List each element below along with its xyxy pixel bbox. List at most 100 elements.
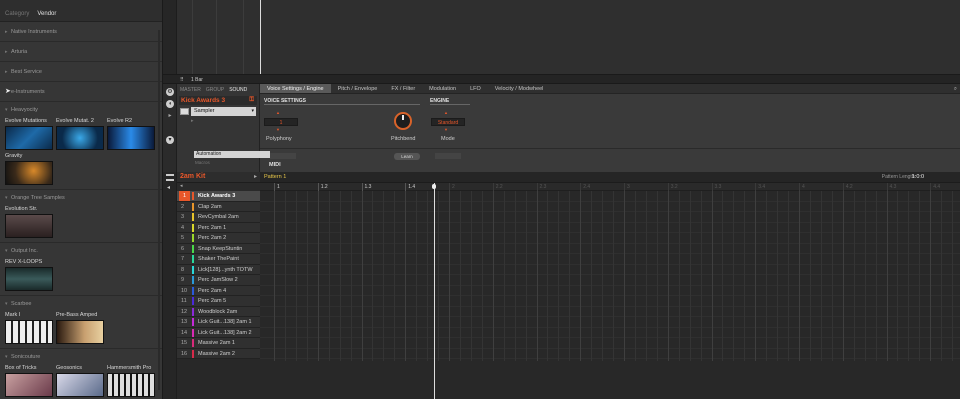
grid-row[interactable]	[260, 244, 960, 254]
product-tile[interactable]: Evolution Str.	[5, 206, 53, 238]
mode-tab-group[interactable]: GROUP	[206, 87, 224, 93]
vendor-best-service[interactable]: ▸ Best Service	[0, 62, 162, 82]
pattern-playhead[interactable]	[432, 183, 436, 399]
sound-slot[interactable]: 11 Perc 2am 5	[177, 296, 260, 307]
vendor-heading[interactable]: ▾ Orange Tree Samples	[5, 195, 162, 201]
grid-row[interactable]	[260, 296, 960, 307]
product-tile[interactable]: Box of Tricks	[5, 365, 53, 397]
chevron-right-icon[interactable]: ▸	[254, 173, 257, 180]
grid-row[interactable]	[260, 233, 960, 244]
pattern-name[interactable]: Pattern 1	[264, 174, 286, 180]
mode-tab-sound[interactable]: SOUND	[229, 87, 247, 93]
sound-slot[interactable]: 15 Massive 2am 1	[177, 338, 260, 349]
polyphony-value[interactable]: 1	[264, 118, 298, 126]
vendor-heading[interactable]: ▾ Sonicouture	[5, 354, 162, 360]
tab-category[interactable]: Category	[5, 11, 29, 17]
grid-line	[645, 191, 647, 361]
sound-slot[interactable]: 4 Perc 2am 1	[177, 222, 260, 233]
tab-fx-filter[interactable]: FX / Filter	[384, 84, 422, 93]
arrow-left-icon[interactable]: ◂	[167, 184, 170, 191]
midi-slot[interactable]	[435, 153, 461, 159]
sound-slot[interactable]: 7 Shaker ThePaint	[177, 254, 260, 265]
tab-vendor[interactable]: Vendor	[37, 11, 56, 17]
grid-row[interactable]	[260, 223, 960, 233]
browser-scrollbar[interactable]	[158, 30, 160, 390]
back-arrow-icon[interactable]: ◂	[180, 183, 183, 189]
increment-icon[interactable]: ▲	[276, 110, 280, 115]
timeline-bar-strip[interactable]: ⠿ 1 Bar	[163, 74, 960, 84]
sound-slot[interactable]: 14 Lick Guit...138] 2am 2	[177, 327, 260, 338]
product-tile[interactable]: Evolve Mutat. 2	[56, 118, 104, 150]
plugin-icon[interactable]: ◖	[166, 100, 174, 108]
vendor-heading[interactable]: ▾ Scarbee	[5, 301, 162, 307]
mode-tab-master[interactable]: MASTER	[180, 87, 201, 93]
tab-velocity-modwheel[interactable]: Velocity / Modwheel	[488, 84, 551, 93]
sound-slot[interactable]: 16 Massive 2am 2	[177, 348, 260, 359]
sound-slot[interactable]: 1 Kick Awards 3	[177, 191, 260, 202]
increment-icon[interactable]: ▲	[444, 110, 448, 115]
vendor-arturia[interactable]: ▸ Arturia	[0, 42, 162, 62]
ruler-tick: 1.4	[405, 183, 415, 191]
plugin-selector[interactable]: Sampler ▾	[191, 107, 256, 116]
vendor-e-instruments[interactable]: ➤e-Instruments	[0, 82, 162, 102]
product-tile[interactable]: Mark I	[5, 312, 53, 344]
grid-row[interactable]	[260, 191, 960, 202]
product-tile[interactable]: Evolve Mutations	[5, 118, 53, 150]
grid-row[interactable]	[260, 307, 960, 317]
gear-icon[interactable]: ⚙	[166, 88, 174, 96]
kit-header[interactable]: 2am Kit ▸	[177, 172, 260, 183]
lock-icon[interactable]: ⚿	[249, 96, 254, 105]
expand-icon[interactable]: ▸	[166, 112, 174, 120]
search-icon[interactable]: ⌕	[947, 84, 960, 93]
sound-slot[interactable]: 2 Clap 2am	[177, 201, 260, 212]
tab-voice-settings[interactable]: Voice Settings / Engine	[260, 84, 331, 93]
pattern-grid[interactable]	[260, 191, 960, 361]
grid-row[interactable]	[260, 265, 960, 275]
list-icon[interactable]	[166, 174, 174, 181]
decrement-icon[interactable]: ▼	[444, 127, 448, 132]
grid-row[interactable]	[260, 286, 960, 296]
sound-slot[interactable]: 10 Perc 2am 4	[177, 285, 260, 296]
tab-modulation[interactable]: Modulation	[422, 84, 463, 93]
pattern-ruler[interactable]: 1 1.2 1.3 1.4 2 2.2 2.3 2.4 3 3.2 3.3 3.4 4 4.2 4.3 4.4	[260, 183, 960, 191]
grid-row[interactable]	[260, 202, 960, 212]
vendor-heading[interactable]: ▾ Output Inc.	[5, 248, 162, 254]
grid-row[interactable]	[260, 338, 960, 349]
sound-slot[interactable]: 12 Woodblock 2am	[177, 306, 260, 317]
sound-slot[interactable]: 8 Lick[128]...ynth TOTW	[177, 264, 260, 275]
sound-slot[interactable]: 13 Lick Guit...138] 2am 1	[177, 317, 260, 328]
sound-slot[interactable]: 9 Perc JamSlow 2	[177, 275, 260, 286]
loop-toggle-icon[interactable]: ⠿	[180, 77, 184, 83]
pattern-length-value[interactable]: 1:0:0	[912, 174, 924, 180]
tab-lfo[interactable]: LFO	[463, 84, 488, 93]
product-tile[interactable]: Hammersmith Pro	[107, 365, 155, 397]
sound-slot[interactable]: 5 Perc 2am 2	[177, 233, 260, 244]
product-tile[interactable]: Geosonics	[56, 365, 104, 397]
grid-row[interactable]	[260, 254, 960, 265]
grid-row[interactable]	[260, 317, 960, 328]
vendor-native-instruments[interactable]: ▸ Native Instruments	[0, 22, 162, 42]
product-tile[interactable]: Gravity	[5, 153, 53, 185]
sound-slot[interactable]: 6 Snap KeepStuntin	[177, 243, 260, 254]
grid-row[interactable]	[260, 349, 960, 359]
midi-slot[interactable]	[270, 153, 296, 159]
pitchbend-knob[interactable]	[394, 112, 412, 130]
arranger-playhead[interactable]	[260, 0, 261, 74]
grid-row[interactable]	[260, 212, 960, 223]
product-tile[interactable]: REV X-LOOPS	[5, 259, 53, 291]
decrement-icon[interactable]: ▼	[276, 127, 280, 132]
grid-row[interactable]	[260, 328, 960, 338]
chevron-down-icon[interactable]: ▾	[166, 136, 174, 144]
plugin-add-arrow-icon[interactable]: ▸	[191, 118, 194, 124]
product-tile[interactable]: Evolve R2	[107, 118, 155, 150]
tab-pitch-envelope[interactable]: Pitch / Envelope	[331, 84, 385, 93]
automation-selector[interactable]: Automation	[194, 151, 270, 158]
learn-button[interactable]: Learn	[394, 153, 420, 160]
mode-value[interactable]: Standard	[431, 118, 465, 126]
product-tile[interactable]: Pre-Bass Amped	[56, 312, 104, 344]
vendor-heading[interactable]: ▾ Heavyocity	[5, 107, 162, 113]
sound-slot[interactable]: 3 RevCymbal 2am	[177, 212, 260, 223]
sound-name-display[interactable]: Kick Awards 3 ⚿	[179, 96, 257, 105]
grid-row[interactable]	[260, 275, 960, 286]
arranger-area[interactable]	[163, 0, 960, 74]
